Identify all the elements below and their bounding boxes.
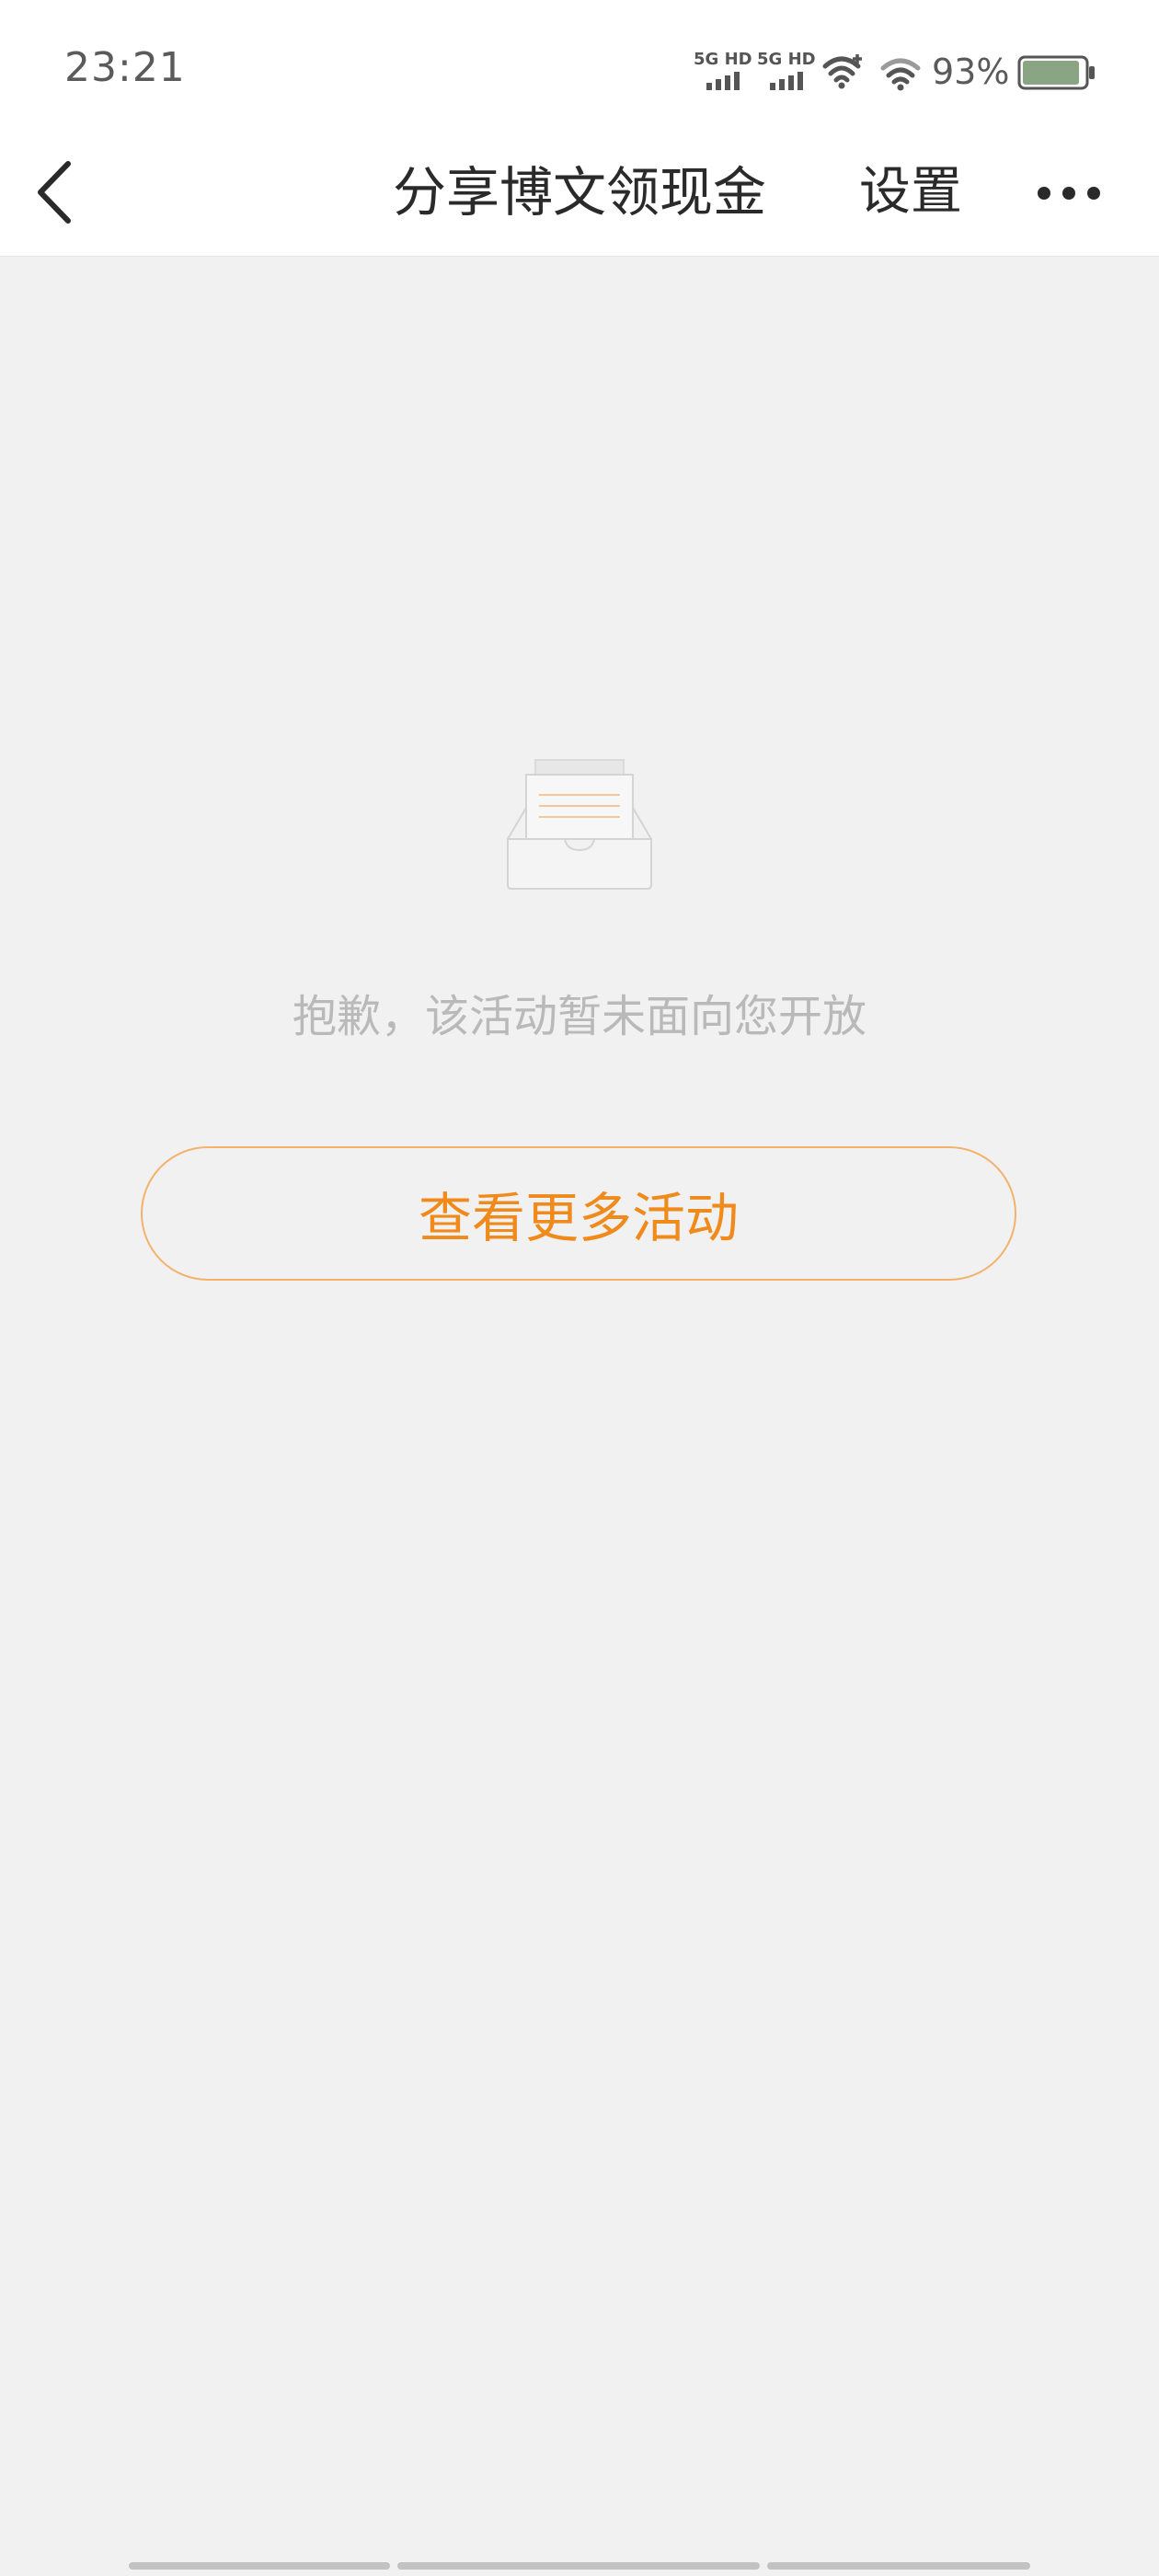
view-more-activities-label: 查看更多活动 [418, 1187, 739, 1249]
empty-inbox-icon [507, 759, 652, 890]
settings-button[interactable]: 设置 [846, 156, 975, 228]
gesture-bar-right[interactable] [767, 2562, 1030, 2570]
nav-bar: 分享博文领现金 设置 [0, 129, 1159, 257]
more-button[interactable] [1021, 166, 1113, 221]
chevron-left-icon [38, 161, 71, 224]
battery-percent: 93% [932, 52, 1010, 92]
view-more-activities-button[interactable]: 查看更多活动 [141, 1146, 1016, 1281]
signal-2-label: 5G HD [757, 50, 816, 69]
more-dots-icon [1038, 187, 1100, 200]
empty-state-message: 抱歉，该活动暂未面向您开放 [292, 991, 866, 1042]
signal-icon [706, 72, 740, 90]
signal-icon [770, 72, 803, 90]
page-title: 分享博文领现金 [392, 161, 766, 224]
back-button[interactable] [20, 151, 94, 234]
signal-1-label: 5G HD [694, 50, 752, 69]
wifi-plus-icon [822, 54, 862, 89]
gesture-bar-center[interactable] [397, 2562, 760, 2570]
status-bar: 23:21 5G HD 5G HD 93% [0, 0, 1159, 129]
status-time: 23:21 [64, 44, 186, 91]
wifi-icon [880, 58, 921, 91]
gesture-bar-left[interactable] [129, 2562, 390, 2570]
battery-icon [1017, 55, 1095, 90]
